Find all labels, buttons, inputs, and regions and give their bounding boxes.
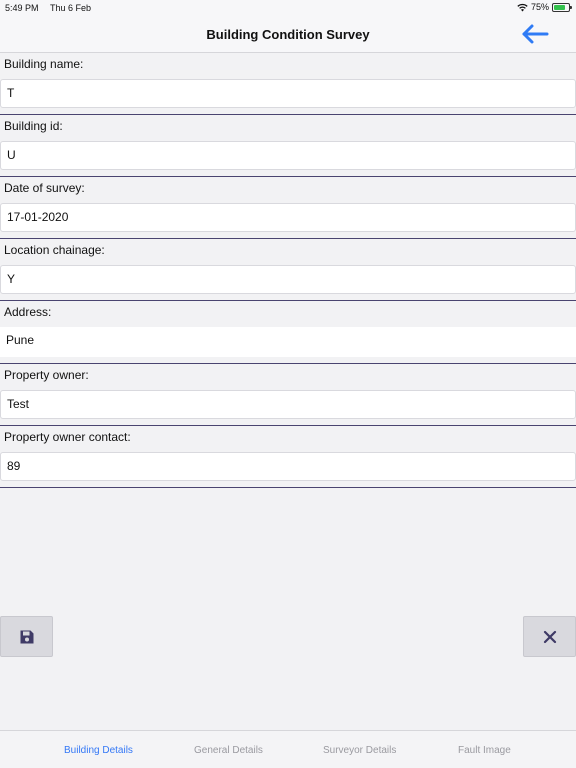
field-property-owner-contact: Property owner contact: 89: [0, 426, 576, 488]
location-chainage-input[interactable]: Y: [0, 265, 576, 294]
date-of-survey-input[interactable]: 17-01-2020: [0, 203, 576, 232]
field-label: Location chainage:: [4, 243, 105, 257]
building-name-input[interactable]: T: [0, 79, 576, 108]
address-textarea[interactable]: Pune: [0, 327, 576, 357]
property-owner-input[interactable]: Test: [0, 390, 576, 419]
status-right: 75%: [517, 2, 572, 12]
tab-general-details[interactable]: General Details: [194, 745, 263, 756]
field-location-chainage: Location chainage: Y: [0, 239, 576, 301]
status-date: Thu 6 Feb: [50, 3, 92, 13]
survey-form: Building name: T Building id: U Date of …: [0, 53, 576, 488]
close-button[interactable]: [523, 616, 576, 657]
field-label: Property owner:: [4, 368, 89, 382]
tab-surveyor-details[interactable]: Surveyor Details: [323, 745, 396, 756]
field-date-of-survey: Date of survey: 17-01-2020: [0, 177, 576, 239]
field-label: Address:: [4, 305, 52, 319]
field-label: Building id:: [4, 119, 63, 133]
wifi-icon: [517, 3, 528, 11]
tab-bar: Building Details General Details Surveyo…: [0, 730, 576, 768]
page-title: Building Condition Survey: [206, 27, 370, 42]
arrow-left-icon: [522, 24, 549, 44]
field-label: Building name:: [4, 57, 84, 71]
battery-percent: 75%: [530, 2, 549, 12]
field-label: Property owner contact:: [4, 430, 131, 444]
building-id-input[interactable]: U: [0, 141, 576, 170]
tab-building-details[interactable]: Building Details: [64, 745, 133, 756]
status-time: 5:49 PM: [5, 3, 39, 13]
save-button[interactable]: [0, 616, 53, 657]
property-owner-contact-input[interactable]: 89: [0, 452, 576, 481]
field-label: Date of survey:: [4, 181, 85, 195]
status-bar: 5:49 PM Thu 6 Feb 75%: [0, 0, 576, 16]
back-button[interactable]: [520, 23, 550, 45]
field-building-name: Building name: T: [0, 53, 576, 115]
field-building-id: Building id: U: [0, 115, 576, 177]
field-address: Address: Pune: [0, 301, 576, 364]
nav-bar: Building Condition Survey: [0, 16, 576, 53]
field-property-owner: Property owner: Test: [0, 364, 576, 426]
close-icon: [543, 630, 556, 643]
battery-icon: [552, 2, 572, 12]
tab-fault-image[interactable]: Fault Image: [458, 745, 511, 756]
floppy-disk-icon: [20, 630, 33, 643]
